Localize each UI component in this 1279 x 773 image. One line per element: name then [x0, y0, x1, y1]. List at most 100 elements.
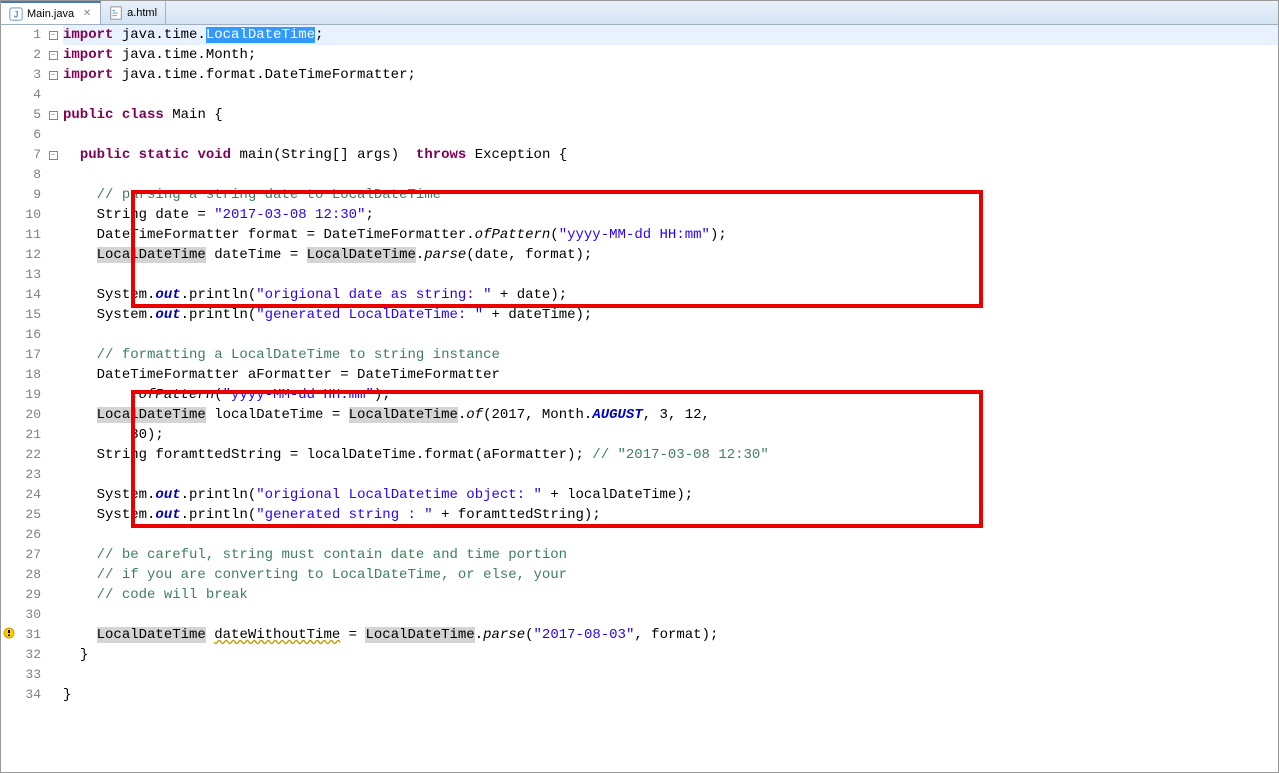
fold-row [47, 685, 59, 705]
tab-main-java[interactable]: J Main.java ✕ [1, 1, 101, 24]
line-number: 10 [17, 205, 41, 225]
fold-row [47, 625, 59, 645]
fold-row [47, 245, 59, 265]
code-line: // formatting a LocalDateTime to string … [63, 345, 1278, 365]
marker-row [1, 45, 17, 65]
code-line: DateTimeFormatter format = DateTimeForma… [63, 225, 1278, 245]
marker-row [1, 65, 17, 85]
fold-row [47, 425, 59, 445]
marker-row [1, 445, 17, 465]
marker-row [1, 285, 17, 305]
line-number: 11 [17, 225, 41, 245]
code-line: DateTimeFormatter aFormatter = DateTimeF… [63, 365, 1278, 385]
fold-toggle-icon[interactable]: − [49, 31, 58, 40]
marker-row [1, 205, 17, 225]
fold-row [47, 405, 59, 425]
line-number: 17 [17, 345, 41, 365]
line-number: 32 [17, 645, 41, 665]
marker-row [1, 245, 17, 265]
line-number: 9 [17, 185, 41, 205]
code-area[interactable]: import java.time.LocalDateTime; import j… [59, 25, 1278, 772]
java-file-icon: J [9, 7, 23, 21]
marker-row [1, 625, 17, 645]
marker-row [1, 165, 17, 185]
marker-row [1, 185, 17, 205]
line-number: 6 [17, 125, 41, 145]
fold-row [47, 385, 59, 405]
marker-row [1, 565, 17, 585]
line-number: 12 [17, 245, 41, 265]
marker-row [1, 665, 17, 685]
code-line: import java.time.LocalDateTime; [63, 25, 1278, 45]
code-line [63, 165, 1278, 185]
line-number: 4 [17, 85, 41, 105]
fold-row [47, 165, 59, 185]
code-line: // be careful, string must contain date … [63, 545, 1278, 565]
fold-toggle-icon[interactable]: − [49, 151, 58, 160]
code-line: System.out.println("generated string : "… [63, 505, 1278, 525]
code-line: .ofPattern("yyyy-MM-dd HH:mm"); [63, 385, 1278, 405]
code-line: System.out.println("generated LocalDateT… [63, 305, 1278, 325]
fold-row [47, 225, 59, 245]
line-number: 21 [17, 425, 41, 445]
code-line: // code will break [63, 585, 1278, 605]
marker-row [1, 325, 17, 345]
code-line: 30); [63, 425, 1278, 445]
fold-row [47, 445, 59, 465]
html-file-icon [109, 6, 123, 20]
marker-row [1, 485, 17, 505]
tab-a-html[interactable]: a.html [101, 1, 166, 24]
line-number: 1 [17, 25, 41, 45]
line-number: 27 [17, 545, 41, 565]
line-number: 30 [17, 605, 41, 625]
marker-row [1, 125, 17, 145]
fold-row [47, 305, 59, 325]
code-line [63, 85, 1278, 105]
svg-text:J: J [14, 9, 19, 19]
fold-row [47, 525, 59, 545]
fold-row [47, 125, 59, 145]
line-number-gutter: 1234567891011121314151617181920212223242… [17, 25, 47, 772]
tab-label: Main.java [27, 8, 74, 20]
marker-row [1, 345, 17, 365]
fold-row [47, 205, 59, 225]
fold-row [47, 505, 59, 525]
fold-row [47, 565, 59, 585]
code-line: // parsing a string date to LocalDateTim… [63, 185, 1278, 205]
marker-row [1, 25, 17, 45]
code-line: LocalDateTime dateTime = LocalDateTime.p… [63, 245, 1278, 265]
editor-tabs: J Main.java ✕ a.html [1, 1, 1278, 25]
line-number: 25 [17, 505, 41, 525]
code-line [63, 605, 1278, 625]
fold-toggle-icon[interactable]: − [49, 111, 58, 120]
fold-row [47, 345, 59, 365]
fold-toggle-icon[interactable]: − [49, 71, 58, 80]
marker-row [1, 645, 17, 665]
line-number: 18 [17, 365, 41, 385]
fold-gutter: − − − − − [47, 25, 59, 772]
marker-row [1, 365, 17, 385]
fold-row [47, 665, 59, 685]
marker-row [1, 465, 17, 485]
close-icon[interactable]: ✕ [82, 9, 92, 19]
line-number: 31 [17, 625, 41, 645]
line-number: 22 [17, 445, 41, 465]
code-line: } [63, 685, 1278, 705]
code-line [63, 325, 1278, 345]
marker-row [1, 305, 17, 325]
fold-row: − [47, 105, 59, 125]
code-line [63, 525, 1278, 545]
fold-toggle-icon[interactable]: − [49, 51, 58, 60]
line-number: 5 [17, 105, 41, 125]
marker-row [1, 385, 17, 405]
marker-row [1, 265, 17, 285]
code-editor[interactable]: 1234567891011121314151617181920212223242… [1, 25, 1278, 772]
line-number: 20 [17, 405, 41, 425]
code-line [63, 125, 1278, 145]
line-number: 23 [17, 465, 41, 485]
code-line: System.out.println("origional LocalDatet… [63, 485, 1278, 505]
line-number: 15 [17, 305, 41, 325]
code-line [63, 265, 1278, 285]
code-line: System.out.println("origional date as st… [63, 285, 1278, 305]
marker-row [1, 425, 17, 445]
